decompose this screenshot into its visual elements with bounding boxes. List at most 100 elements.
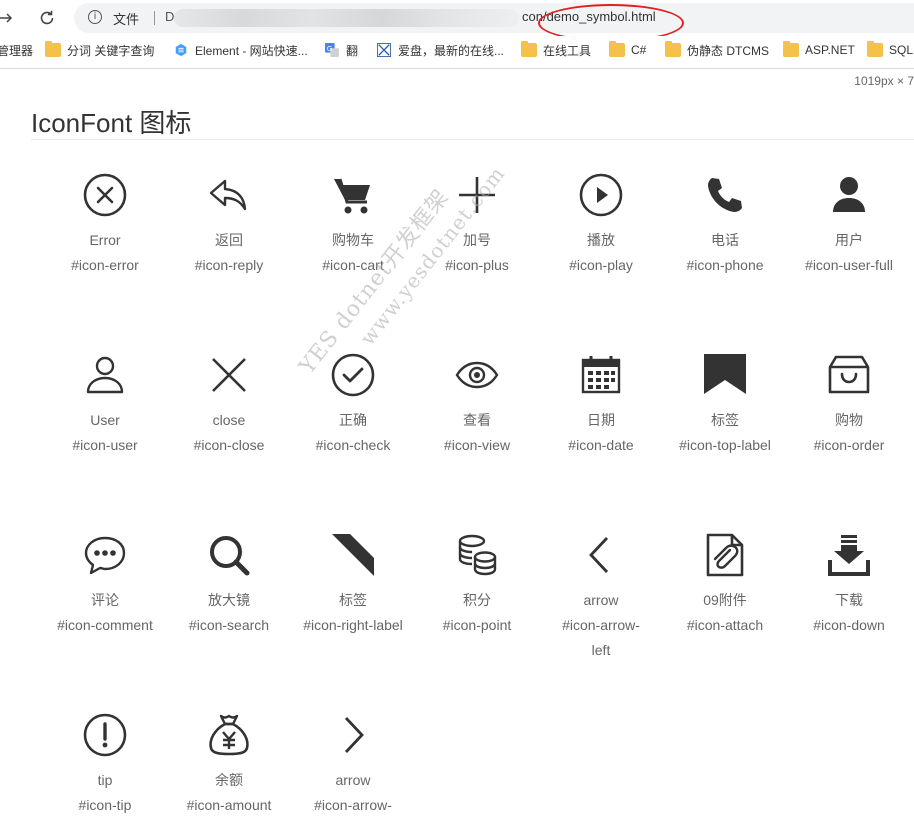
- icon-item-arrow-left[interactable]: arrow #icon-arrow-left: [539, 532, 663, 663]
- icon-code: #icon-plus: [445, 257, 509, 273]
- bookmark-folder[interactable]: 伪静态 DTCMS: [665, 41, 769, 59]
- info-icon[interactable]: i: [88, 10, 102, 24]
- icon-name: 正确: [339, 412, 367, 428]
- icon-item-close[interactable]: close #icon-close: [167, 352, 291, 458]
- arrow-right-icon: [0, 13, 13, 23]
- icon-code: #icon-check: [315, 437, 391, 453]
- icon-code: #icon-user-full: [805, 257, 893, 273]
- icon-item-down[interactable]: 下载 #icon-down: [787, 532, 911, 638]
- icon-name: 积分: [463, 592, 491, 608]
- icon-name: 评论: [91, 592, 119, 608]
- icon-item-comment[interactable]: 评论 #icon-comment: [43, 532, 167, 638]
- bookmark-label: 分词 关键字查询: [67, 43, 155, 58]
- address-separator: [154, 11, 155, 25]
- icon-name: 09附件: [703, 592, 747, 608]
- bookmark-folder[interactable]: 在线工具: [521, 41, 591, 59]
- folder-icon: [521, 41, 537, 57]
- attachment-icon: [706, 533, 744, 577]
- svg-text:G: G: [327, 45, 332, 53]
- icon-item-error[interactable]: Error #icon-error: [43, 172, 167, 278]
- bookmark-label: C#: [631, 43, 647, 57]
- icon-code: #icon-down: [813, 617, 885, 633]
- icon-item-cart[interactable]: 购物车 #icon-cart: [291, 172, 415, 278]
- icon-item-amount[interactable]: 余额 #icon-amount: [167, 712, 291, 818]
- bookmark-label: 管理器: [0, 43, 34, 58]
- bookmark-label: 在线工具: [543, 43, 592, 58]
- icon-item-tip[interactable]: tip #icon-tip: [43, 712, 167, 818]
- reload-button[interactable]: [35, 6, 59, 30]
- icon-code: #icon-comment: [57, 617, 153, 633]
- close-icon: [212, 358, 246, 392]
- icon-item-search[interactable]: 放大镜 #icon-search: [167, 532, 291, 638]
- icon-item-user-full[interactable]: 用户 #icon-user-full: [787, 172, 911, 278]
- coins-icon: [458, 534, 497, 576]
- icon-code: #icon-order: [813, 437, 885, 453]
- icon-item-plus[interactable]: 加号 #icon-plus: [415, 172, 539, 278]
- icon-name: User: [90, 412, 120, 428]
- icon-item-order[interactable]: 购物 #icon-order: [787, 352, 911, 458]
- icon-item-user[interactable]: User #icon-user: [43, 352, 167, 458]
- icon-name: arrow: [335, 772, 371, 788]
- icon-item-right-label[interactable]: 标签 #icon-right-label: [291, 532, 415, 638]
- element-icon: [175, 43, 187, 57]
- icon-item-reply[interactable]: 返回 #icon-reply: [167, 172, 291, 278]
- icon-name: 下载: [835, 592, 863, 608]
- icon-code: #icon-view: [443, 437, 511, 453]
- user-icon: [86, 356, 124, 394]
- icon-name: 标签: [711, 412, 739, 428]
- bookmark-folder[interactable]: ASP.NET: [783, 41, 855, 59]
- icon-code: #icon-amount: [186, 797, 272, 813]
- icon-name: 标签: [339, 592, 367, 608]
- icon-item-check[interactable]: 正确 #icon-check: [291, 352, 415, 458]
- icon-item-point[interactable]: 积分 #icon-point: [415, 532, 539, 638]
- icon-item-phone[interactable]: 电话 #icon-phone: [663, 172, 787, 278]
- protocol-label: 文件: [113, 12, 140, 27]
- bookmark-label: 伪静态 DTCMS: [687, 43, 769, 58]
- bookmark-folder[interactable]: SQL: [867, 41, 913, 59]
- address-bar[interactable]: i 文件 D con/demo_symbol.html: [74, 3, 914, 33]
- play-icon: [579, 173, 623, 217]
- picture-icon: [377, 43, 391, 57]
- icon-item-view[interactable]: 查看 #icon-view: [415, 352, 539, 458]
- bookmark-label: SQL: [889, 43, 914, 57]
- bookmarks-bar: 管理器 分词 关键字查询 Element - 网站快速... G 翻 爱盘，最新…: [0, 36, 914, 64]
- eye-icon: [455, 361, 499, 389]
- translate-icon: G: [325, 43, 339, 57]
- money-bag-icon: [209, 714, 249, 756]
- icon-item-attach[interactable]: 09附件 #icon-attach: [663, 532, 787, 638]
- icon-item-date[interactable]: 日期 #icon-date: [539, 352, 663, 458]
- bookmark-item[interactable]: Element - 网站快速...: [173, 41, 308, 59]
- bookmark-folder[interactable]: C#: [609, 41, 646, 59]
- icon-code: #icon-cart: [322, 257, 384, 273]
- icon-code: #icon-right-label: [303, 617, 403, 633]
- comment-icon: [84, 536, 126, 575]
- bookmark-item[interactable]: G 翻: [324, 41, 358, 59]
- bookmark-label-icon: [704, 354, 746, 394]
- user-full-icon: [833, 177, 865, 212]
- icon-code: #icon-date: [568, 437, 634, 453]
- arrow-right-icon: [344, 717, 364, 753]
- bookmark-folder[interactable]: 分词 关键字查询: [45, 41, 154, 59]
- icon-code: #icon-arrow-left: [562, 617, 640, 658]
- error-icon: [83, 173, 127, 217]
- browser-toolbar: i 文件 D con/demo_symbol.html: [0, 0, 914, 42]
- bookmark-item[interactable]: 爱盘，最新的在线...: [376, 41, 504, 59]
- corner-label-icon: [332, 534, 374, 576]
- bookmark-item[interactable]: 管理器: [0, 41, 33, 59]
- chrome-divider: [0, 68, 914, 69]
- url-redacted: [174, 9, 519, 27]
- forward-button[interactable]: [0, 6, 18, 30]
- shopping-box-icon: [828, 355, 870, 394]
- check-icon: [331, 353, 375, 397]
- icon-code: #icon-arrow-: [314, 797, 392, 813]
- icon-item-top-label[interactable]: 标签 #icon-top-label: [663, 352, 787, 458]
- icon-code: #icon-top-label: [679, 437, 771, 453]
- icon-item-arrow-right[interactable]: arrow #icon-arrow-: [291, 712, 415, 818]
- icon-name: 放大镜: [208, 592, 250, 608]
- icon-item-play[interactable]: 播放 #icon-play: [539, 172, 663, 278]
- icon-code: #icon-error: [71, 257, 139, 273]
- plus-icon: [459, 177, 495, 213]
- icon-name: 播放: [587, 232, 615, 248]
- icon-name: arrow: [583, 592, 619, 608]
- reload-icon: [40, 10, 54, 25]
